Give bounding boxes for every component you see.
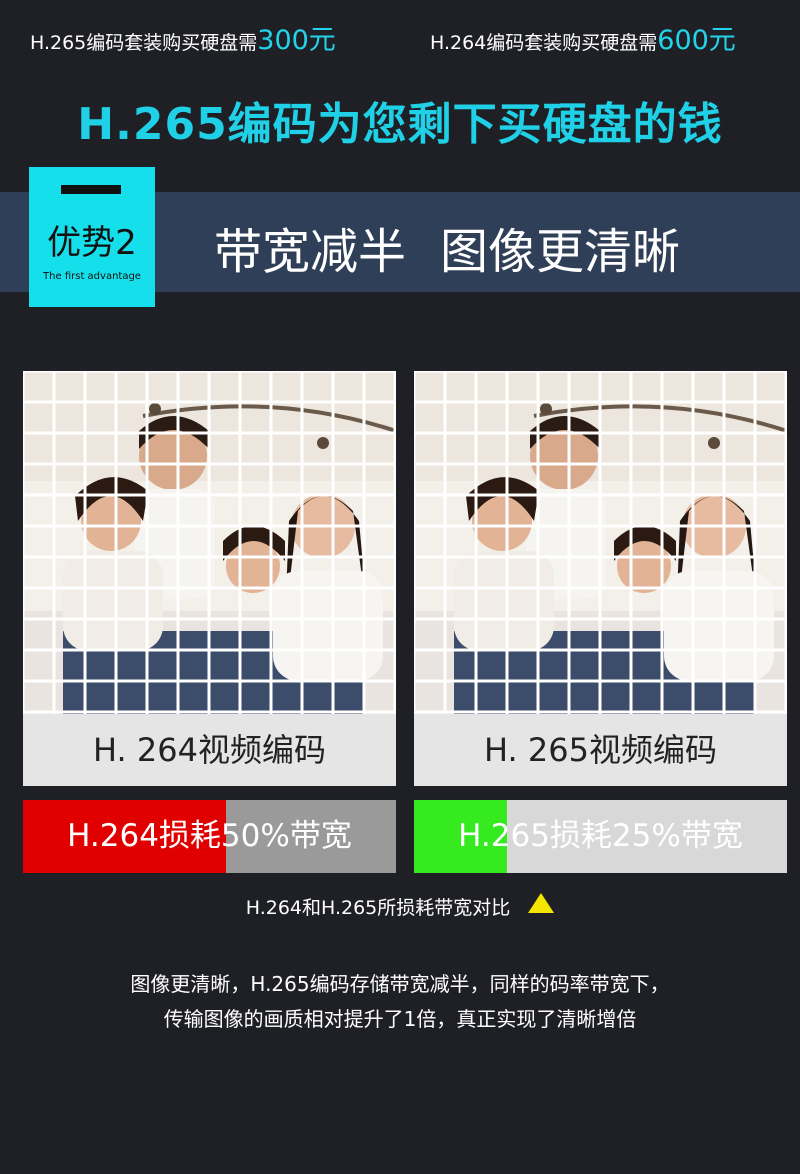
badge-title: 优势2 [47, 223, 137, 263]
description-line-1: 图像更清晰，H.265编码存储带宽减半，同样的码率带宽下， [130, 972, 670, 996]
codec-caption-h264: H. 264视频编码 [23, 714, 396, 786]
triangle-up-icon [528, 893, 555, 913]
description-line-2: 传输图像的画质相对提升了1倍，真正实现了清晰增倍 [163, 1007, 637, 1031]
price-amount: 300元 [257, 25, 336, 56]
price-note-h265: H.265编码套装购买硬盘需300元 [30, 18, 336, 57]
bandwidth-bar-h264: H.264损耗50%带宽 [23, 800, 396, 873]
bandwidth-label: H.265损耗25%带宽 [458, 818, 743, 854]
codec-caption-h265: H. 265视频编码 [414, 714, 787, 786]
advantage-headline: 带宽减半 图像更清晰 [214, 212, 680, 282]
badge-subtitle: The first advantage [43, 271, 141, 282]
price-amount: 600元 [657, 25, 736, 56]
family-photo-h265 [414, 371, 787, 714]
bandwidth-bar-h265: H.265损耗25%带宽 [414, 800, 787, 873]
comparison-caption: H.264和H.265所损耗带宽对比 [0, 893, 800, 920]
bandwidth-label: H.264损耗50%带宽 [67, 818, 352, 854]
page-headline: H.265编码为您剩下买硬盘的钱 [77, 99, 723, 150]
price-note-text: H.264编码套装购买硬盘需 [430, 32, 658, 54]
badge-bar-decoration [61, 185, 121, 194]
price-note-text: H.265编码套装购买硬盘需 [30, 32, 258, 54]
price-note-h264: H.264编码套装购买硬盘需600元 [430, 18, 736, 57]
advantage-badge: 优势2 The first advantage [29, 167, 155, 307]
comparison-caption-text: H.264和H.265所损耗带宽对比 [245, 897, 511, 919]
family-photo-h264 [23, 371, 396, 714]
advantage-text-bandwidth: 带宽减半 [214, 224, 407, 280]
advantage-text-clarity: 图像更清晰 [440, 224, 681, 280]
